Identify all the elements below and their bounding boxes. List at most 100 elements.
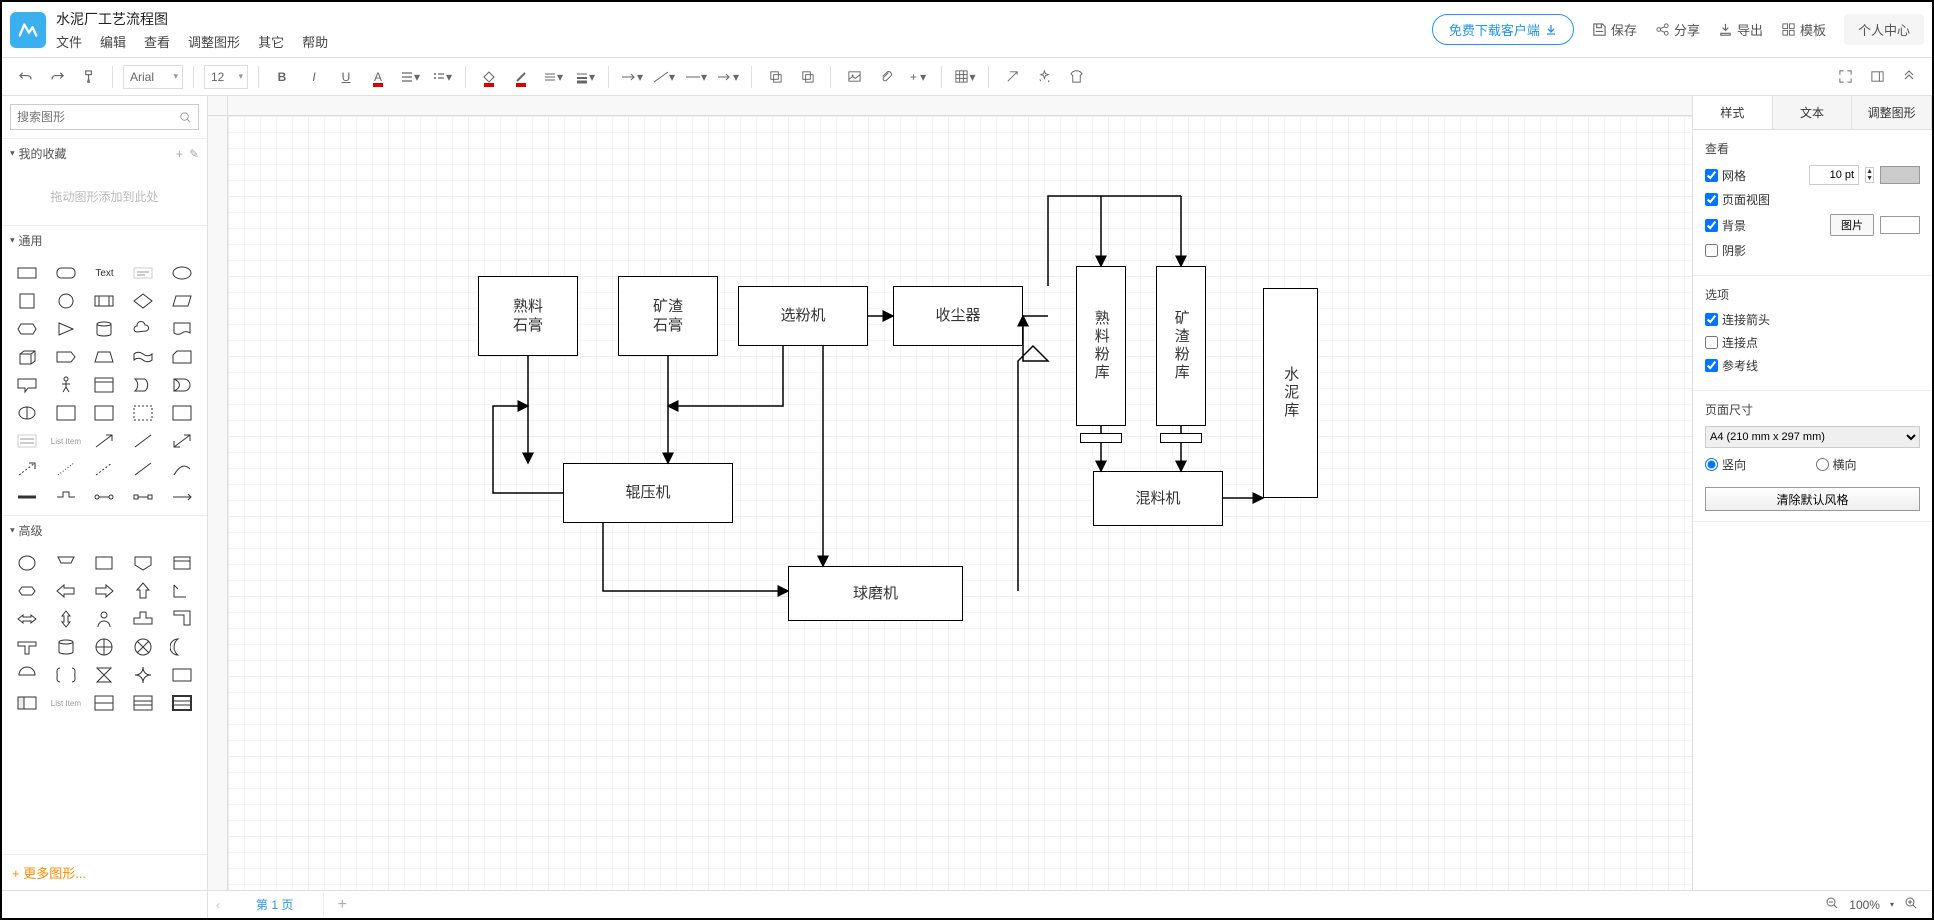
line-style-button[interactable]: ▾ xyxy=(540,64,566,90)
prev-page-button[interactable]: ‹ xyxy=(216,898,220,912)
advanced-shapes-header[interactable]: 高级 xyxy=(2,516,207,545)
shape-cylinder[interactable] xyxy=(87,317,122,341)
line-type-button[interactable]: ▾ xyxy=(651,64,677,90)
table-button[interactable]: ▾ xyxy=(952,64,978,90)
save-button[interactable]: 保存 xyxy=(1592,20,1637,39)
background-checkbox[interactable]: 背景 xyxy=(1705,217,1824,234)
canvas-page[interactable]: 熟料 石膏 矿渣 石膏 选粉机 收尘器 辊压机 球磨机 熟料粉库 矿渣粉库 混料… xyxy=(228,116,1692,890)
shape-conn3[interactable] xyxy=(126,485,161,509)
ashape-arrow-ud[interactable] xyxy=(49,607,84,631)
redo-button[interactable] xyxy=(44,64,70,90)
edit-favorite-icon[interactable]: ✎ xyxy=(189,147,199,161)
download-client-button[interactable]: 免费下载客户端 xyxy=(1432,14,1574,45)
ashape-person[interactable] xyxy=(87,607,122,631)
font-family-select[interactable]: Arial xyxy=(123,65,183,89)
zoom-out-button[interactable] xyxy=(1825,896,1839,913)
shape-process[interactable] xyxy=(87,289,122,313)
share-button[interactable]: 分享 xyxy=(1655,20,1700,39)
node-dust-collector[interactable]: 收尘器 xyxy=(893,286,1023,346)
grid-step-up[interactable]: ▲ xyxy=(1866,168,1873,175)
ashape-4[interactable] xyxy=(126,551,161,575)
add-button[interactable]: + ▾ xyxy=(905,64,931,90)
line-end-button[interactable]: ▾ xyxy=(715,64,741,90)
page-tab-1[interactable]: 第 1 页 xyxy=(226,892,324,917)
personal-center-button[interactable]: 个人中心 xyxy=(1844,14,1924,45)
insert-image-button[interactable] xyxy=(841,64,867,90)
export-button[interactable]: 导出 xyxy=(1718,20,1763,39)
portrait-radio[interactable]: 竖向 xyxy=(1705,456,1810,473)
document-title[interactable]: 水泥厂工艺流程图 xyxy=(56,9,328,29)
shape-thick-line[interactable] xyxy=(10,485,45,509)
canvas[interactable]: 熟料 石膏 矿渣 石膏 选粉机 收尘器 辊压机 球磨机 熟料粉库 矿渣粉库 混料… xyxy=(228,116,1692,890)
ashape-half[interactable] xyxy=(10,663,45,687)
ashape-rows[interactable] xyxy=(87,691,122,715)
shape-ellipse[interactable] xyxy=(164,261,199,285)
node-ball-mill[interactable]: 球磨机 xyxy=(788,566,963,621)
line-width-button[interactable]: ▾ xyxy=(572,64,598,90)
shape-search[interactable] xyxy=(10,104,199,130)
ashape-3[interactable] xyxy=(87,551,122,575)
node-mixer[interactable]: 混料机 xyxy=(1093,471,1223,526)
shape-arrow-both[interactable] xyxy=(164,429,199,453)
shape-text[interactable]: Text xyxy=(87,261,122,285)
menu-adjust[interactable]: 调整图形 xyxy=(188,32,240,51)
page-view-checkbox[interactable]: 页面视图 xyxy=(1705,191,1920,208)
shape-or[interactable] xyxy=(126,373,161,397)
shape-circle[interactable] xyxy=(49,289,84,313)
font-size-select[interactable]: 12 xyxy=(204,65,248,89)
general-shapes-header[interactable]: 通用 xyxy=(2,226,207,255)
ashape-frame[interactable] xyxy=(164,663,199,687)
ashape-db[interactable] xyxy=(49,635,84,659)
grid-step-down[interactable]: ▼ xyxy=(1866,175,1873,182)
ashape-arrow-corner[interactable] xyxy=(164,579,199,603)
ashape-arrow-lr[interactable] xyxy=(10,607,45,631)
favorites-header[interactable]: 我的收藏 +✎ xyxy=(2,139,207,168)
tab-arrange[interactable]: 调整图形 xyxy=(1852,96,1932,129)
ashape-star4[interactable] xyxy=(126,663,161,687)
ashape-arrow-u[interactable] xyxy=(126,579,161,603)
shape-square[interactable] xyxy=(10,289,45,313)
shape-hexagon[interactable] xyxy=(10,317,45,341)
fullscreen-button[interactable] xyxy=(1832,64,1858,90)
ashape-2[interactable] xyxy=(49,551,84,575)
italic-button[interactable]: I xyxy=(301,64,327,90)
node-gate2[interactable] xyxy=(1160,433,1202,443)
shape-data[interactable] xyxy=(10,401,45,425)
shape-callout[interactable] xyxy=(10,373,45,397)
zoom-value[interactable]: 100% xyxy=(1849,898,1880,912)
ashape-list-item2[interactable]: List Item xyxy=(49,691,84,715)
align-button[interactable]: ▾ xyxy=(397,64,423,90)
ashape-5[interactable] xyxy=(164,551,199,575)
node-separator[interactable]: 选粉机 xyxy=(738,286,868,346)
ashape-frame2[interactable] xyxy=(10,691,45,715)
shape-solid2[interactable] xyxy=(126,457,161,481)
shadow-checkbox[interactable]: 阴影 xyxy=(1705,242,1920,259)
line-start-button[interactable]: ▾ xyxy=(683,64,709,90)
attachment-button[interactable] xyxy=(873,64,899,90)
shape-parallelogram[interactable] xyxy=(164,289,199,313)
shape-arrow-ne[interactable] xyxy=(87,429,122,453)
grid-checkbox[interactable]: 网格 xyxy=(1705,167,1803,184)
menu-file[interactable]: 文件 xyxy=(56,32,82,51)
node-slag-silo[interactable]: 矿渣粉库 xyxy=(1156,266,1206,426)
conn-points-checkbox[interactable]: 连接点 xyxy=(1705,334,1920,351)
shape-list-item[interactable]: List Item xyxy=(49,429,84,453)
node-cement-silo[interactable]: 水泥库 xyxy=(1263,288,1318,498)
shape-trapezoid[interactable] xyxy=(87,345,122,369)
menu-other[interactable]: 其它 xyxy=(258,32,284,51)
bold-button[interactable]: B xyxy=(269,64,295,90)
shape-step[interactable] xyxy=(49,345,84,369)
shape-dotted[interactable] xyxy=(49,457,84,481)
ashape-x[interactable] xyxy=(126,635,161,659)
shape-dashed-arrow[interactable] xyxy=(10,457,45,481)
shape-search-input[interactable] xyxy=(17,110,179,124)
shape-actor[interactable] xyxy=(49,373,84,397)
shape-card[interactable] xyxy=(164,345,199,369)
guides-checkbox[interactable]: 参考线 xyxy=(1705,357,1920,374)
ashape-hourglass[interactable] xyxy=(87,663,122,687)
shape-rect3[interactable] xyxy=(87,401,122,425)
ashape-corner[interactable] xyxy=(164,607,199,631)
ashape-cross[interactable] xyxy=(126,607,161,631)
tshirt-button[interactable] xyxy=(1063,64,1089,90)
ashape-arrow-r[interactable] xyxy=(87,579,122,603)
